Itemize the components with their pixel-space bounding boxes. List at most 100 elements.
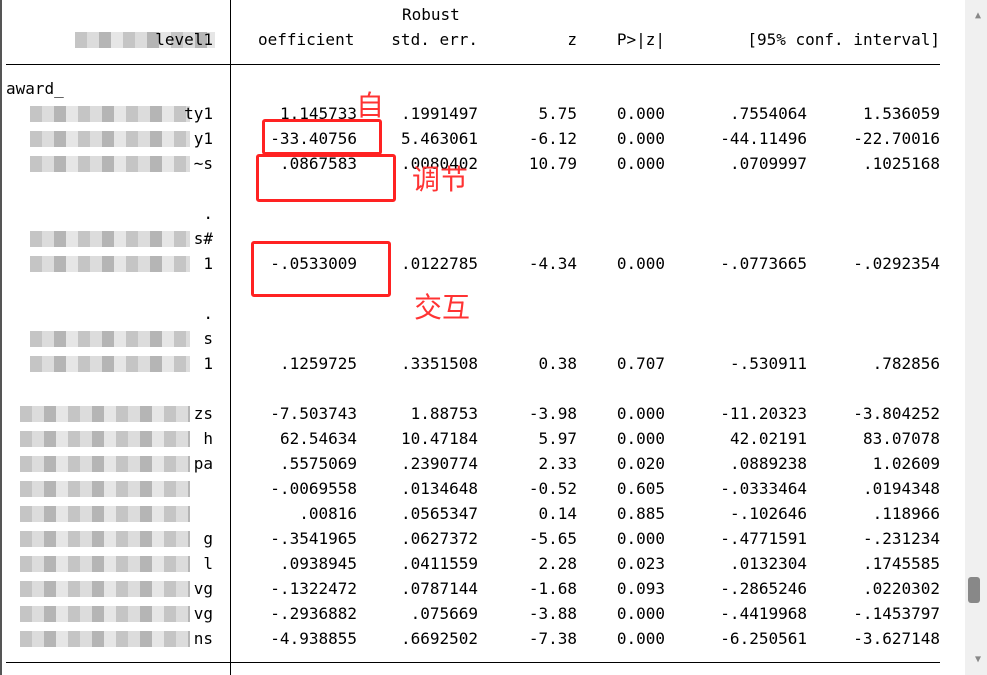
cell-se: 10.47184	[400, 429, 478, 448]
cell-coef: .1259725	[279, 354, 357, 373]
cell-z: 0.14	[538, 504, 577, 523]
cell-se: 1.88753	[410, 404, 478, 423]
cell-p: 0.000	[616, 529, 665, 548]
robust-header: Robust	[402, 5, 460, 24]
row-label: .	[203, 204, 213, 223]
p-header: P>|z|	[616, 30, 665, 49]
cell-hi: .1025168	[862, 154, 940, 173]
cell-coef: -4.938855	[270, 629, 357, 648]
row-label: vg	[193, 579, 213, 598]
cell-coef: 62.54634	[279, 429, 357, 448]
cell-lo: 42.02191	[729, 429, 807, 448]
row-label: zs	[193, 404, 213, 423]
highlight-box	[256, 154, 396, 202]
redacted-label	[20, 506, 190, 522]
header-rule	[6, 64, 940, 65]
annotation-label: 自	[356, 89, 385, 122]
z-header: z	[567, 30, 577, 49]
cell-z: 5.97	[538, 429, 577, 448]
cell-lo: .0889238	[729, 454, 807, 473]
cell-hi: -3.804252	[853, 404, 940, 423]
cell-se: .0787144	[400, 579, 478, 598]
cell-lo: .0132304	[729, 554, 807, 573]
cell-se: .0565347	[400, 504, 478, 523]
cell-p: 0.707	[616, 354, 665, 373]
cell-lo: -.530911	[729, 354, 807, 373]
cell-se: .2390774	[400, 454, 478, 473]
cell-se: .3351508	[400, 354, 478, 373]
cell-se: .6692502	[400, 629, 478, 648]
scrollbar-thumb[interactable]	[968, 577, 980, 603]
cell-z: 0.38	[538, 354, 577, 373]
cell-lo: -.0333464	[720, 479, 807, 498]
cell-lo: -.4771591	[720, 529, 807, 548]
cell-z: -7.38	[528, 629, 577, 648]
cell-coef: -.1322472	[270, 579, 357, 598]
row-label: ~s	[193, 154, 213, 173]
coef-header: oefficient	[258, 30, 355, 49]
cell-p: 0.000	[616, 429, 665, 448]
cell-lo: -44.11496	[720, 129, 807, 148]
row-label: g	[203, 529, 213, 548]
cell-p: 0.885	[616, 504, 665, 523]
cell-z: -3.88	[528, 604, 577, 623]
cell-p: 0.000	[616, 629, 665, 648]
cell-coef: -7.503743	[270, 404, 357, 423]
row-label: s	[203, 329, 213, 348]
cell-p: 0.000	[616, 404, 665, 423]
cell-se: .0122785	[400, 254, 478, 273]
cell-lo: -.2865246	[720, 579, 807, 598]
cell-hi: .118966	[872, 504, 940, 523]
row-label: 1	[203, 254, 213, 273]
cell-p: 0.000	[616, 129, 665, 148]
cell-coef: .5575069	[279, 454, 357, 473]
cell-se: 5.463061	[400, 129, 478, 148]
cell-coef: -.2936882	[270, 604, 357, 623]
cell-hi: .0220302	[862, 579, 940, 598]
annotation-label: 交互	[414, 291, 471, 324]
cell-hi: -3.627148	[853, 629, 940, 648]
row-label: y1	[193, 129, 213, 148]
se-header: std. err.	[391, 30, 478, 49]
row-label: .	[203, 304, 213, 323]
cell-coef: -.3541965	[270, 529, 357, 548]
cell-p: 0.093	[616, 579, 665, 598]
scroll-up-icon[interactable]: ▲	[975, 10, 981, 21]
depvar-header: level1	[155, 30, 213, 49]
row-label: s#	[193, 229, 213, 248]
cell-z: -0.52	[528, 479, 577, 498]
row-label: pa	[193, 454, 213, 473]
scroll-down-icon[interactable]: ▼	[975, 654, 981, 665]
cell-lo: -.102646	[729, 504, 807, 523]
cell-z: -4.34	[528, 254, 577, 273]
cell-se: .0134648	[400, 479, 478, 498]
redacted-label	[20, 481, 190, 497]
highlight-box	[251, 241, 391, 297]
vertical-scrollbar[interactable]: ▲ ▼	[965, 0, 987, 675]
row-label: l	[203, 554, 213, 573]
cell-se: .075669	[410, 604, 478, 623]
cell-lo: -6.250561	[720, 629, 807, 648]
highlight-box	[262, 119, 382, 155]
row-label: vg	[193, 604, 213, 623]
cell-p: 0.023	[616, 554, 665, 573]
ci-header: [95% conf. interval]	[747, 30, 940, 49]
cell-z: 2.28	[538, 554, 577, 573]
cell-hi: -.231234	[862, 529, 940, 548]
cell-se: .0627372	[400, 529, 478, 548]
cell-hi: 1.536059	[862, 104, 940, 123]
cell-hi: .1745585	[862, 554, 940, 573]
cell-se: .1991497	[400, 104, 478, 123]
cell-hi: -.0292354	[853, 254, 940, 273]
cell-z: -1.68	[528, 579, 577, 598]
cell-z: 5.75	[538, 104, 577, 123]
bottom-rule	[6, 662, 940, 663]
cell-lo: .0709997	[729, 154, 807, 173]
cell-hi: 1.02609	[872, 454, 940, 473]
cell-hi: -.1453797	[853, 604, 940, 623]
cell-z: 2.33	[538, 454, 577, 473]
cell-coef: -.0069558	[270, 479, 357, 498]
cell-hi: .782856	[872, 354, 940, 373]
cell-se: .0411559	[400, 554, 478, 573]
cell-z: 10.79	[528, 154, 577, 173]
